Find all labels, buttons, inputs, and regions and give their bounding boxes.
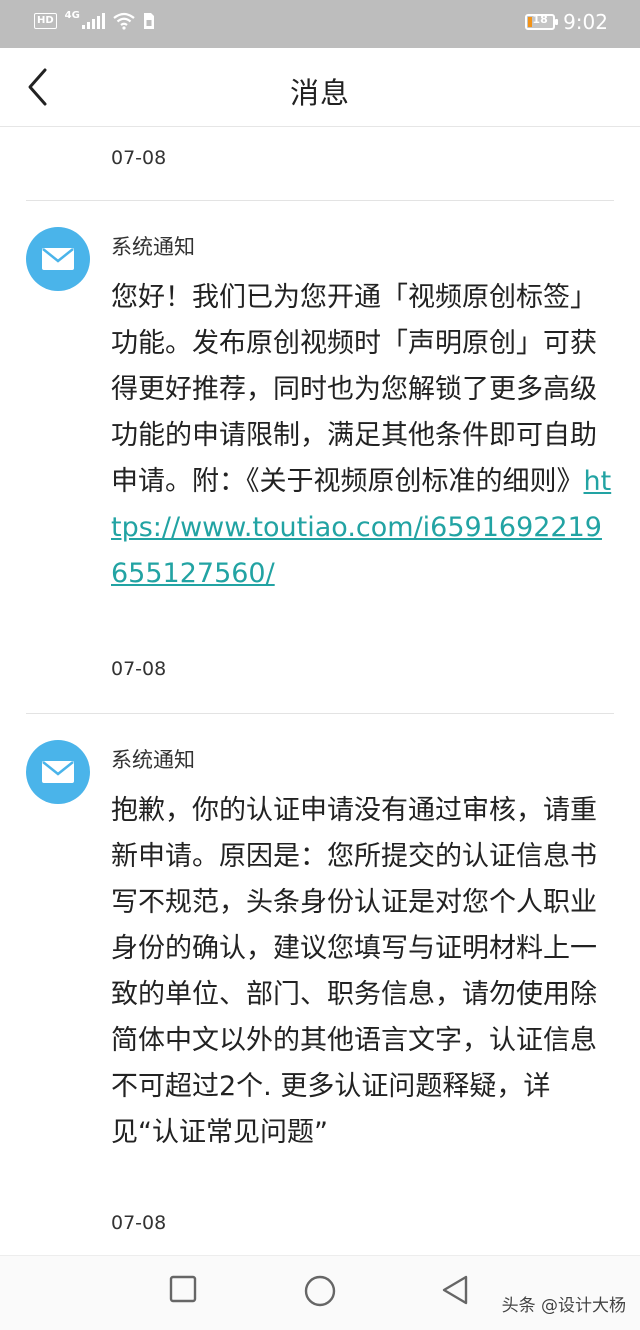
screen: HD 4G 18 9:02 消息 07-08 系统通知 您好！我们已为您开通「视…	[0, 0, 640, 1330]
signal-icon	[81, 13, 105, 29]
list-item[interactable]: 系统通知 您好！我们已为您开通「视频原创标签」功能。发布原创视频时「声明原创」可…	[0, 201, 640, 714]
avatar	[26, 740, 90, 804]
status-bar: HD 4G 18 9:02	[0, 0, 640, 48]
list-item[interactable]: 系统通知 抱歉，你的认证申请没有通过审核，请重新申请。原因是：您所提交的认证信息…	[0, 714, 640, 1244]
title-bar: 消息	[0, 48, 640, 127]
circle-icon	[304, 1275, 336, 1307]
sender-name: 系统通知	[111, 235, 195, 259]
network-type-label: 4G	[64, 9, 80, 21]
envelope-icon	[42, 761, 74, 783]
wifi-icon	[113, 12, 135, 30]
home-button[interactable]	[303, 1274, 337, 1312]
status-left: HD 4G	[34, 9, 155, 30]
battery-icon: 18	[525, 13, 559, 30]
recent-apps-button[interactable]	[168, 1274, 198, 1308]
status-right: 18 9:02	[525, 10, 608, 34]
navigation-bar: 头条 @设计大杨	[0, 1255, 640, 1330]
message-body: 您好！我们已为您开通「视频原创标签」功能。发布原创视频时「声明原创」可获得更好推…	[111, 275, 616, 597]
envelope-icon	[42, 248, 74, 270]
message-date: 07-08	[111, 658, 167, 680]
clock: 9:02	[563, 10, 608, 34]
message-body: 抱歉，你的认证申请没有通过审核，请重新申请。原因是：您所提交的认证信息书写不规范…	[111, 795, 597, 1148]
message-date: 07-08	[111, 1212, 167, 1234]
hd-badge: HD	[34, 13, 57, 29]
nav-back-button[interactable]	[440, 1274, 470, 1310]
page-title: 消息	[289, 76, 350, 110]
message-text: 您好！我们已为您开通「视频原创标签」功能。发布原创视频时「声明原创」可获得更好推…	[111, 282, 597, 497]
sim-card-icon	[143, 13, 154, 29]
avatar	[26, 227, 90, 291]
square-icon	[169, 1275, 197, 1303]
sender-name: 系统通知	[111, 748, 195, 772]
message-date: 07-08	[111, 147, 167, 169]
triangle-back-icon	[442, 1275, 468, 1305]
watermark: 头条 @设计大杨	[501, 1296, 626, 1316]
battery-level-text: 18	[532, 13, 548, 26]
